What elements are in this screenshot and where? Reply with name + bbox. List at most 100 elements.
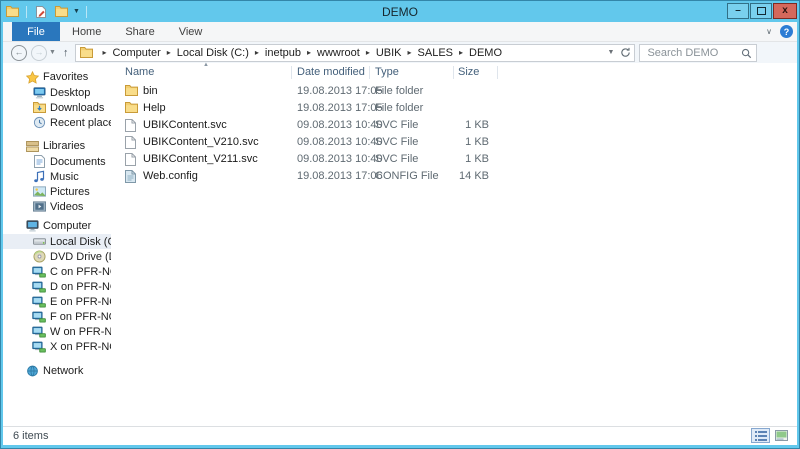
sidebar-item-label: X on PFR-NOTE <box>50 340 111 353</box>
breadcrumb-separator-icon[interactable]: ▸ <box>361 48 375 57</box>
sidebar-item-f-on-pfr-note[interactable]: F on PFR-NOTE <box>3 309 111 324</box>
search-box[interactable] <box>639 43 758 62</box>
column-separator[interactable] <box>369 66 370 79</box>
sidebar-item-libraries[interactable]: Libraries <box>3 138 111 154</box>
sidebar-item-recent-places[interactable]: Recent places <box>3 115 111 130</box>
desktop-icon <box>32 86 46 99</box>
column-header-type[interactable]: Type <box>375 66 399 78</box>
breadcrumb-separator-icon[interactable]: ▸ <box>250 48 264 57</box>
sidebar-item-local-disk-c[interactable]: Local Disk (C:) <box>3 234 111 249</box>
column-separator[interactable] <box>291 66 292 79</box>
expand-ribbon-chevron-icon[interactable]: ∨ <box>766 27 772 36</box>
back-button[interactable]: ← <box>11 44 27 61</box>
sidebar-item-favorites[interactable]: Favorites <box>3 69 111 85</box>
sidebar-item-e-on-pfr-note[interactable]: E on PFR-NOTE <box>3 294 111 309</box>
breadcrumb-separator-icon[interactable]: ▸ <box>454 48 468 57</box>
details-view-button[interactable] <box>751 428 770 443</box>
details-view-icon <box>754 430 767 441</box>
network-drive-icon <box>32 341 46 353</box>
sidebar-item-label: W on PFR-NOTE <box>50 325 111 338</box>
config-file-icon <box>125 170 136 186</box>
file-row-help[interactable]: Help 19.08.2013 17:05 File folder <box>111 100 793 117</box>
search-input[interactable] <box>645 45 746 60</box>
network-drive-icon <box>32 296 46 308</box>
sidebar-item-label: Favorites <box>43 71 89 83</box>
column-separator[interactable] <box>497 66 498 79</box>
column-header-name[interactable]: Name <box>125 66 154 78</box>
new-folder-button[interactable] <box>53 4 69 20</box>
recent-locations-chevron-icon[interactable]: ▼ <box>49 49 56 56</box>
column-separator[interactable] <box>453 66 454 79</box>
tab-home[interactable]: Home <box>60 22 113 41</box>
hard-drive-icon <box>32 236 46 247</box>
sidebar-item-d-on-pfr-note[interactable]: D on PFR-NOTE <box>3 279 111 294</box>
tab-share[interactable]: Share <box>113 22 166 41</box>
sidebar-item-dvd-drive-d[interactable]: DVD Drive (D:) HRM <box>3 249 111 264</box>
sidebar-item-documents[interactable]: Documents <box>3 154 111 169</box>
title-bar[interactable]: ▼ DEMO – x <box>1 1 799 22</box>
file-icon <box>125 136 136 152</box>
refresh-icon[interactable] <box>620 47 631 58</box>
minimize-button[interactable]: – <box>727 3 749 19</box>
breadcrumb-segment-computer[interactable]: Computer <box>111 47 161 59</box>
tab-view[interactable]: View <box>167 22 215 41</box>
file-row-ubikcontent-v210-svc[interactable]: UBIKContent_V210.svc 09.08.2013 10:40 SV… <box>111 134 793 151</box>
separator <box>26 5 27 18</box>
column-header-date-modified[interactable]: Date modified <box>297 66 365 78</box>
up-button[interactable]: ↑ <box>63 47 69 59</box>
sidebar-item-label: Network <box>43 365 84 377</box>
search-icon[interactable] <box>741 48 752 62</box>
properties-button[interactable] <box>33 4 49 20</box>
file-row-bin[interactable]: bin 19.08.2013 17:05 File folder <box>111 83 793 100</box>
breadcrumb-segment-sales[interactable]: SALES <box>417 47 454 59</box>
sidebar-item-label: Videos <box>50 200 84 213</box>
breadcrumb-segment-demo[interactable]: DEMO <box>468 47 503 59</box>
sidebar-item-downloads[interactable]: Downloads <box>3 100 111 115</box>
sidebar-item-videos[interactable]: Videos <box>3 199 111 214</box>
sidebar-item-w-on-pfr-note[interactable]: W on PFR-NOTE <box>3 324 111 339</box>
breadcrumb-separator-icon[interactable]: ▸ <box>97 48 111 57</box>
forward-button[interactable]: → <box>31 44 47 61</box>
sidebar-item-network[interactable]: Network <box>3 363 111 379</box>
breadcrumb-segment-ubik[interactable]: UBIK <box>375 47 403 59</box>
window-title: DEMO <box>382 4 418 19</box>
breadcrumb-separator-icon[interactable]: ▸ <box>162 48 176 57</box>
sidebar-item-x-on-pfr-note[interactable]: X on PFR-NOTE <box>3 339 111 354</box>
address-bar[interactable]: ▸ Computer ▸ Local Disk (C:) ▸ inetpub ▸… <box>75 43 636 62</box>
address-history-chevron-icon[interactable]: ▼ <box>608 49 615 56</box>
breadcrumb-separator-icon[interactable]: ▸ <box>403 48 417 57</box>
help-icon[interactable]: ? <box>780 25 793 38</box>
file-menu-button[interactable]: File <box>12 22 60 41</box>
sidebar-item-music[interactable]: Music <box>3 169 111 184</box>
pictures-icon <box>32 186 46 197</box>
sidebar-item-pictures[interactable]: Pictures <box>3 184 111 199</box>
file-date: 19.08.2013 17:05 <box>297 102 383 114</box>
file-row-ubikcontent-svc[interactable]: UBIKContent.svc 09.08.2013 10:40 SVC Fil… <box>111 117 793 134</box>
file-size: 1 KB <box>465 119 489 131</box>
breadcrumb-segment-inetpub[interactable]: inetpub <box>264 47 302 59</box>
customize-qat-chevron-icon[interactable]: ▼ <box>73 8 80 15</box>
file-row-web-config[interactable]: Web.config 19.08.2013 17:06 CONFIG File … <box>111 168 793 185</box>
thumbnails-view-icon <box>775 430 788 441</box>
quick-access-toolbar: ▼ <box>24 4 89 20</box>
file-name: UBIKContent.svc <box>143 119 227 131</box>
sidebar-item-c-on-pfr-note[interactable]: C on PFR-NOTE <box>3 264 111 279</box>
file-date: 19.08.2013 17:05 <box>297 85 383 97</box>
system-folder-icon[interactable] <box>6 6 19 17</box>
file-date: 09.08.2013 10:40 <box>297 119 383 131</box>
breadcrumb-segment-local-disk[interactable]: Local Disk (C:) <box>176 47 250 59</box>
maximize-button[interactable] <box>750 3 772 19</box>
breadcrumb-separator-icon[interactable]: ▸ <box>302 48 316 57</box>
sidebar-item-label: Recent places <box>50 116 111 129</box>
sidebar-item-desktop[interactable]: Desktop <box>3 85 111 100</box>
column-header-size[interactable]: Size <box>458 66 479 78</box>
breadcrumb-segment-wwwroot[interactable]: wwwroot <box>316 47 361 59</box>
file-list-pane: ▲ Name Date modified Type Size bin 19.08… <box>111 62 797 426</box>
maximize-icon <box>756 7 766 15</box>
close-button[interactable]: x <box>773 3 797 19</box>
file-row-ubikcontent-v211-svc[interactable]: UBIKContent_V211.svc 09.08.2013 10:40 SV… <box>111 151 793 168</box>
sidebar-item-label: Libraries <box>43 140 86 152</box>
thumbnails-view-button[interactable] <box>772 428 791 443</box>
sidebar-item-computer[interactable]: Computer <box>3 218 111 234</box>
sidebar-item-label: Pictures <box>50 185 90 198</box>
